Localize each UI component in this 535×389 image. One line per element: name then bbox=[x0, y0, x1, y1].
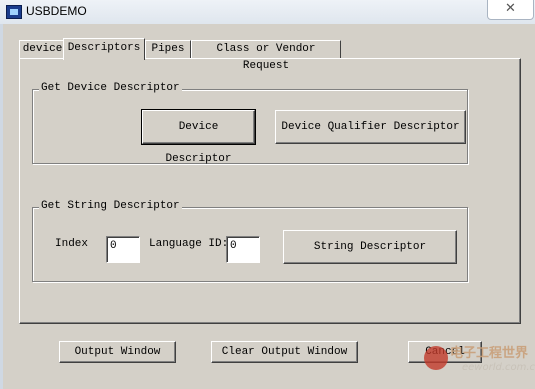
output-window-button[interactable]: Output Window bbox=[59, 341, 176, 363]
index-label: Index bbox=[55, 238, 89, 250]
watermark-url: eeworld.com.cn bbox=[462, 362, 535, 373]
device-qualifier-descriptor-button[interactable]: Device Qualifier Descriptor bbox=[275, 110, 466, 144]
tab-device[interactable]: device bbox=[19, 40, 66, 58]
app-icon bbox=[6, 5, 22, 19]
device-descriptor-button[interactable]: Device Descriptor bbox=[141, 109, 256, 165]
index-input[interactable]: 0 bbox=[106, 236, 140, 263]
watermark-text: 电子工程世界 bbox=[450, 346, 529, 361]
string-descriptor-group-title: Get String Descriptor bbox=[39, 200, 182, 212]
tab-pipes[interactable]: Pipes bbox=[145, 40, 191, 58]
clear-output-window-button[interactable]: Clear Output Window bbox=[211, 341, 358, 363]
language-id-label: Language ID: bbox=[149, 238, 229, 250]
language-id-input[interactable]: 0 bbox=[226, 236, 260, 263]
close-button[interactable]: ✕ bbox=[487, 0, 534, 20]
tab-descriptors[interactable]: Descriptors bbox=[63, 38, 145, 60]
string-descriptor-button[interactable]: String Descriptor bbox=[283, 230, 457, 264]
device-descriptor-group-title: Get Device Descriptor bbox=[39, 82, 182, 94]
eeworld-logo-icon bbox=[424, 346, 448, 370]
tab-class-vendor-request[interactable]: Class or Vendor Request bbox=[191, 40, 341, 72]
title-bar: USBDEMO ✕ bbox=[0, 0, 535, 25]
eeworld-watermark: 电子工程世界 eeworld.com.cn bbox=[422, 340, 535, 384]
window-title: USBDEMO bbox=[26, 4, 87, 18]
